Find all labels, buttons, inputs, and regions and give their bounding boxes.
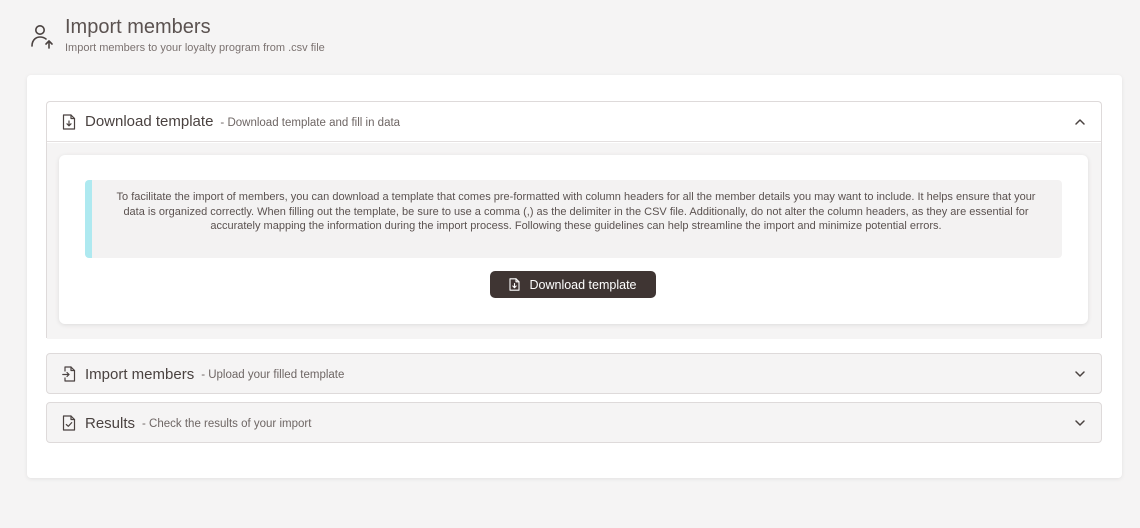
section-header-import-members[interactable]: Import members - Upload your filled temp… [47,354,1101,394]
template-info-card: To facilitate the import of members, you… [59,155,1088,324]
page-subtitle: Import members to your loyalty program f… [65,42,325,54]
section-title: Results [85,414,136,432]
import-card: Download template - Download template an… [27,75,1122,478]
user-upload-icon [31,25,53,49]
section-description: - Upload your filled template [201,369,345,381]
section-import-members: Import members - Upload your filled temp… [46,353,1102,394]
section-header-results[interactable]: Results - Check the results of your impo… [47,403,1101,443]
download-template-button[interactable]: Download template [490,271,656,298]
section-header-download-template[interactable]: Download template - Download template an… [47,102,1101,142]
page-header: Import members Import members to your lo… [30,16,325,54]
page-title: Import members [65,16,211,38]
section-download-template: Download template - Download template an… [46,101,1102,339]
file-download-icon [509,278,521,291]
chevron-down-icon[interactable] [1073,416,1087,430]
chevron-up-icon[interactable] [1073,115,1087,129]
file-download-icon [62,113,76,130]
info-callout: To facilitate the import of members, you… [85,180,1062,258]
section-body: To facilitate the import of members, you… [47,143,1101,339]
section-description: - Download template and fill in data [220,116,401,129]
section-title: Import members [85,365,195,383]
section-title: Download template [85,113,214,130]
section-description: - Check the results of your import [142,418,312,430]
section-results: Results - Check the results of your impo… [46,402,1102,443]
file-import-icon [62,366,76,382]
chevron-down-icon[interactable] [1073,367,1087,381]
file-check-icon [62,415,76,431]
download-template-label: Download template [529,277,637,292]
